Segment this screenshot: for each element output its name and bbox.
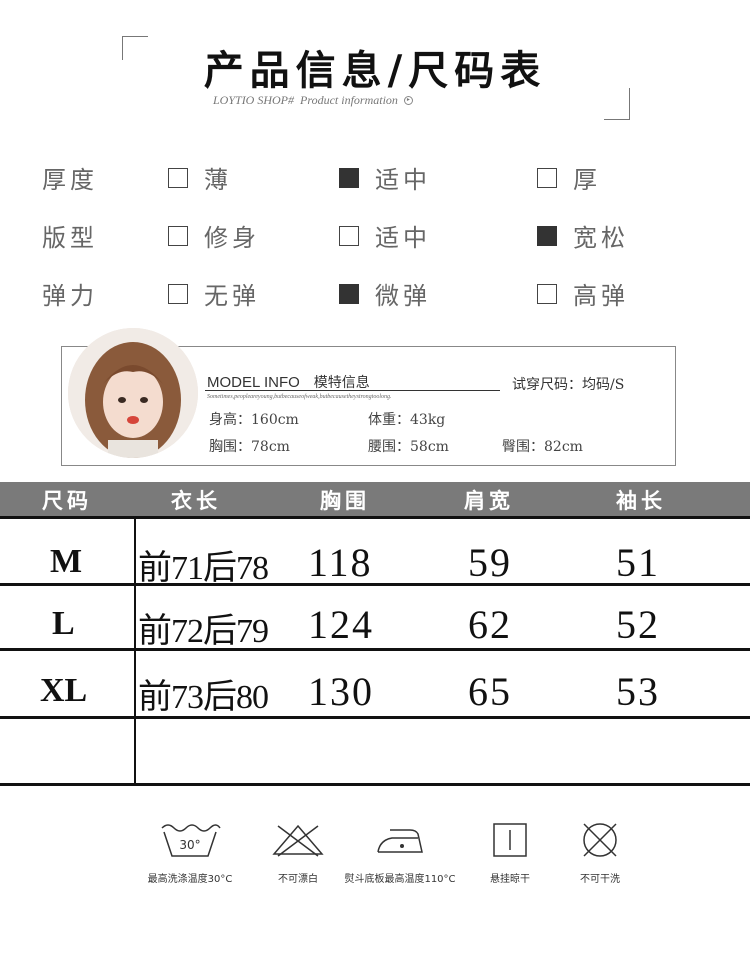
checkbox-checked — [339, 167, 359, 188]
cell-bust: 124 — [308, 602, 374, 647]
cell-size: XL — [40, 672, 88, 709]
cell-length: 前71后78 — [138, 550, 269, 587]
care-iron: 熨斗底板最高温度110°C — [340, 820, 460, 885]
checkbox-empty — [168, 283, 188, 304]
cell-length: 前73后80 — [138, 679, 269, 716]
option-label: 修身 — [204, 224, 260, 252]
option-label: 厚 — [573, 166, 601, 194]
option-loose: 宽松 — [537, 218, 629, 253]
model-hip: 臀围：82cm — [502, 439, 583, 455]
option-thin: 薄 — [168, 160, 232, 195]
model-height: 身高：160cm — [209, 412, 299, 428]
iron-icon — [340, 820, 460, 860]
attribute-label: 版型 — [42, 224, 98, 252]
cell-size: L — [52, 605, 75, 642]
cell-sleeve: 51 — [616, 540, 660, 585]
option-label: 宽松 — [573, 224, 629, 252]
table-rule — [0, 716, 750, 719]
option-label: 适中 — [375, 224, 431, 252]
care-label: 最高洗涤温度30°C — [147, 874, 233, 885]
option-slight-stretch: 微弹 — [339, 276, 431, 311]
option-label: 微弹 — [375, 282, 431, 310]
cell-size: M — [50, 543, 83, 580]
attribute-label: 厚度 — [42, 166, 98, 194]
option-label: 适中 — [375, 166, 431, 194]
checkbox-empty — [537, 283, 557, 304]
no-dry-clean-icon — [540, 820, 660, 860]
table-column-divider — [134, 517, 136, 785]
cell-sleeve: 53 — [616, 669, 660, 714]
header-length: 衣长 — [171, 488, 221, 513]
model-weight: 体重：43kg — [368, 412, 446, 428]
option-regular: 适中 — [339, 218, 431, 253]
care-wash: 30° 最高洗涤温度30°C — [130, 820, 250, 885]
checkbox-checked — [537, 225, 557, 246]
care-label: 不可干洗 — [580, 874, 620, 885]
svg-text:30°: 30° — [179, 838, 200, 852]
option-label: 无弹 — [204, 282, 260, 310]
checkbox-empty — [537, 167, 557, 188]
option-medium: 适中 — [339, 160, 431, 195]
option-no-stretch: 无弹 — [168, 276, 260, 311]
cell-bust: 130 — [308, 669, 374, 714]
header-size: 尺码 — [42, 488, 92, 513]
try-size: 试穿尺码：均码/S — [512, 377, 625, 393]
model-waist: 腰围：58cm — [368, 439, 449, 455]
option-label: 薄 — [204, 166, 232, 194]
care-dry-clean: 不可干洗 — [540, 820, 660, 885]
subtitle-brand: LOYTIO SHOP# — [213, 93, 295, 107]
model-info-title: MODEL INFO 模特信息 — [207, 372, 370, 392]
cell-shoulder: 62 — [468, 602, 512, 647]
checkbox-empty — [339, 225, 359, 246]
attribute-label: 弹力 — [42, 282, 98, 310]
option-thick: 厚 — [537, 160, 601, 195]
cell-sleeve: 52 — [616, 602, 660, 647]
cell-shoulder: 59 — [468, 540, 512, 585]
cell-bust: 118 — [308, 540, 373, 585]
header-shoulder: 肩宽 — [464, 488, 514, 513]
attribute-row-thickness: 厚度 薄 适中 厚 — [0, 154, 750, 194]
table-rule — [0, 783, 750, 786]
model-title-cn: 模特信息 — [313, 375, 370, 391]
header-sleeve: 袖长 — [616, 488, 666, 513]
option-slim: 修身 — [168, 218, 260, 253]
option-label: 高弹 — [573, 282, 629, 310]
checkbox-empty — [168, 225, 188, 246]
model-title-en: MODEL INFO — [207, 374, 300, 391]
model-bust: 胸围：78cm — [209, 439, 290, 455]
arrow-circle-icon: ▸ — [403, 96, 413, 105]
model-avatar — [68, 328, 198, 458]
attribute-row-fit: 版型 修身 适中 宽松 — [0, 212, 750, 252]
page-subtitle: LOYTIO SHOP# Product information ▸ — [213, 93, 413, 108]
header-bust: 胸围 — [320, 488, 370, 513]
wash-30-icon: 30° — [130, 820, 250, 860]
size-table-header: 尺码 衣长 胸围 肩宽 袖长 — [0, 482, 750, 517]
care-label: 熨斗底板最高温度110°C — [344, 874, 456, 885]
option-high-stretch: 高弹 — [537, 276, 629, 311]
checkbox-empty — [168, 167, 188, 188]
checkbox-checked — [339, 283, 359, 304]
attribute-row-elasticity: 弹力 无弹 微弹 高弹 — [0, 270, 750, 310]
table-rule — [0, 516, 750, 519]
table-rule — [0, 648, 750, 651]
divider — [205, 390, 500, 391]
cell-length: 前72后79 — [138, 613, 269, 650]
page-title: 产品信息/尺码表 — [203, 47, 547, 94]
subtitle-text: Product information — [300, 93, 398, 107]
cell-shoulder: 65 — [468, 669, 512, 714]
model-quote: Sometimes,peopleareyoung,butbecauseofwea… — [207, 394, 392, 400]
